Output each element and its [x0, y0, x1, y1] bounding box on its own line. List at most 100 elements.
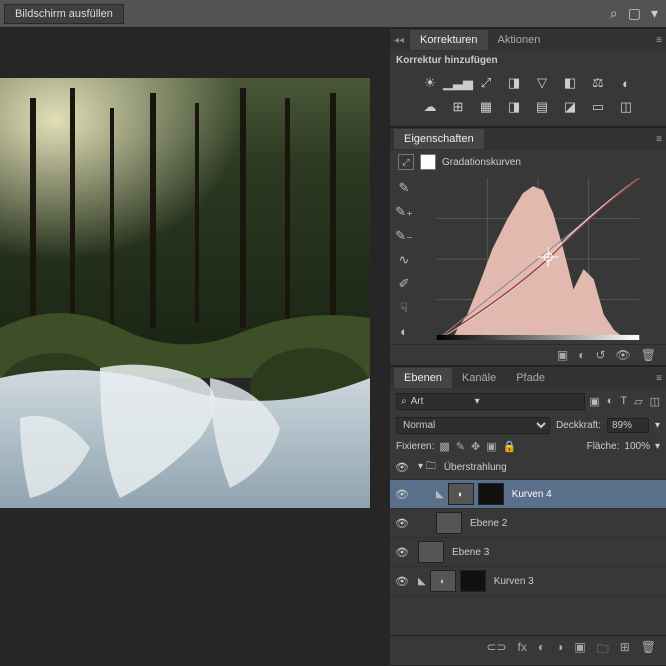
lock-brush-icon[interactable]: ✎ — [456, 440, 465, 453]
new-layer-icon[interactable]: ⊞ — [620, 640, 630, 661]
levels-icon[interactable]: ▁▃▅ — [447, 74, 469, 92]
eyedropper-plus-icon[interactable]: ✎₊ — [395, 204, 413, 220]
blend-mode-select[interactable]: Normal — [396, 417, 550, 434]
folder-toggle-icon[interactable]: ▾ 🗀 — [418, 459, 436, 476]
filter-smart-icon[interactable]: ◫ — [650, 395, 660, 408]
properties-panel: Eigenschaften ≡ ⤢ Gradationskurven ✎ ✎₊ … — [390, 127, 666, 366]
layer-name[interactable]: Ebene 3 — [452, 547, 489, 558]
eyedropper-minus-icon[interactable]: ✎₋ — [395, 228, 413, 244]
gradient-map-icon[interactable]: ▭ — [587, 98, 609, 116]
threshold-icon[interactable]: ◪ — [559, 98, 581, 116]
reset-icon[interactable]: ↺ — [595, 348, 605, 362]
filter-shape-icon[interactable]: ▱ — [634, 395, 642, 408]
visible-icon[interactable]: 👁 — [616, 348, 631, 362]
layer-name[interactable]: Kurven 4 — [512, 489, 552, 500]
selective-color-icon[interactable]: ◫ — [615, 98, 637, 116]
tab-eigenschaften[interactable]: Eigenschaften — [394, 129, 484, 149]
adj-icon[interactable]: ◑ — [556, 640, 563, 661]
channel-mixer-icon[interactable]: ⊞ — [447, 98, 469, 116]
group-icon[interactable]: ▣ — [574, 640, 585, 661]
chevron-down-icon[interactable]: ▾ — [655, 441, 660, 452]
filter-type-icon[interactable]: T — [620, 395, 627, 408]
adjustments-grid: ☀ ▁▃▅ ⤢ ◨ ▽ ◧ ⚖ ◐ ☁ ⊞ ▦ ◨ ▤ ◪ ▭ ◫ — [390, 70, 666, 126]
trash-icon[interactable]: 🗑 — [641, 640, 656, 661]
exposure-icon[interactable]: ◨ — [503, 74, 525, 92]
chevron-down-icon[interactable]: ▾ — [475, 396, 480, 407]
tab-korrekturen[interactable]: Korrekturen — [410, 30, 487, 50]
tab-kanaele[interactable]: Kanäle — [452, 368, 506, 388]
layer-filter[interactable]: ⌕ ▾ — [396, 393, 585, 410]
document-image[interactable] — [0, 78, 370, 508]
clip-icon[interactable]: ▣ — [557, 348, 568, 362]
collapse-icon[interactable]: ◂◂ — [394, 35, 404, 46]
layer-row[interactable]: 👁 ▾ 🗀 Überstrahlung — [390, 456, 666, 480]
layer-row[interactable]: 👁◣◐Kurven 3 — [390, 567, 666, 596]
brightness-icon[interactable]: ☀ — [419, 74, 441, 92]
chevron-down-icon[interactable]: ▾ — [655, 420, 660, 431]
fx-icon[interactable]: fx — [518, 640, 527, 661]
curves-graph[interactable] — [418, 178, 658, 340]
workspace-chevron-icon[interactable]: ▾ — [651, 5, 658, 22]
properties-footer: ▣ ◐ ↺ 👁 🗑 — [390, 344, 666, 365]
link-icon[interactable]: ⊂⊃ — [486, 640, 506, 661]
lock-trans-icon[interactable]: ▩ — [439, 440, 449, 453]
visibility-icon[interactable]: 👁 — [394, 461, 410, 474]
curves-adj-icon: ⤢ — [398, 154, 414, 170]
panel-menu-icon[interactable]: ≡ — [656, 35, 662, 46]
color-balance-icon[interactable]: ⚖ — [587, 74, 609, 92]
lock-artboard-icon[interactable]: ▣ — [486, 440, 496, 453]
eyedropper-icon[interactable]: ✎ — [399, 180, 410, 196]
fit-screen-button[interactable]: Bildschirm ausfüllen — [4, 4, 124, 24]
visibility-icon[interactable]: 👁 — [394, 488, 410, 501]
adjustments-subtitle: Korrektur hinzufügen — [390, 51, 666, 70]
tab-aktionen[interactable]: Aktionen — [488, 30, 551, 50]
visibility-icon[interactable]: 👁 — [394, 575, 410, 588]
visibility-icon[interactable]: 👁 — [394, 517, 410, 530]
workspace-icon[interactable]: ▢ — [628, 5, 641, 22]
layer-name[interactable]: Ebene 2 — [470, 518, 507, 529]
tab-ebenen[interactable]: Ebenen — [394, 368, 452, 388]
lookup-icon[interactable]: ▦ — [475, 98, 497, 116]
properties-title: Gradationskurven — [442, 157, 521, 168]
lock-all-icon[interactable]: 🔒 — [503, 440, 517, 453]
layer-mask[interactable] — [460, 570, 486, 592]
layer-name[interactable]: Kurven 3 — [494, 576, 534, 587]
canvas-area — [0, 28, 390, 666]
right-panel: ◂◂ Korrekturen Aktionen ≡ Korrektur hinz… — [390, 28, 666, 666]
layer-name[interactable]: Überstrahlung — [444, 462, 507, 473]
wb-icon[interactable]: ◐ — [400, 324, 408, 339]
layer-row[interactable]: 👁◣◐Kurven 4 — [390, 480, 666, 509]
filter-pixel-icon[interactable]: ▣ — [589, 395, 599, 408]
pencil-icon[interactable]: ✐ — [399, 276, 410, 292]
posterize-icon[interactable]: ▤ — [531, 98, 553, 116]
layer-mask[interactable] — [478, 483, 504, 505]
hue-icon[interactable]: ◧ — [559, 74, 581, 92]
prev-icon[interactable]: ◐ — [578, 348, 585, 362]
opacity-value[interactable]: 89% — [607, 418, 649, 433]
smooth-icon[interactable]: ∿ — [399, 252, 410, 268]
photo-filter-icon[interactable]: ☁ — [419, 98, 441, 116]
panel-menu-icon[interactable]: ≡ — [656, 373, 662, 384]
mask-icon[interactable]: ◐ — [538, 640, 545, 661]
lock-move-icon[interactable]: ✥ — [471, 440, 480, 453]
curves-icon[interactable]: ⤢ — [475, 74, 497, 92]
invert-icon[interactable]: ◨ — [503, 98, 525, 116]
layer-row[interactable]: 👁 Ebene 2 — [390, 509, 666, 538]
vibrance-icon[interactable]: ▽ — [531, 74, 553, 92]
hand-icon[interactable]: ☟ — [400, 300, 408, 316]
folder-icon[interactable]: 🗀 — [597, 640, 609, 661]
filter-input[interactable] — [411, 396, 471, 407]
filter-adj-icon[interactable]: ◐ — [607, 395, 614, 408]
visibility-icon[interactable]: 👁 — [394, 546, 410, 559]
layer-thumb — [436, 512, 462, 534]
fill-value[interactable]: 100% — [624, 441, 650, 452]
tab-pfade[interactable]: Pfade — [506, 368, 555, 388]
search-icon[interactable]: ⌕ — [610, 5, 618, 22]
mask-icon[interactable] — [420, 154, 436, 170]
delete-icon[interactable]: 🗑 — [641, 348, 656, 362]
bw-icon[interactable]: ◐ — [615, 74, 637, 92]
adj-thumb: ◐ — [448, 483, 474, 505]
layer-thumb — [418, 541, 444, 563]
layer-row[interactable]: 👁 Ebene 3 — [390, 538, 666, 567]
panel-menu-icon[interactable]: ≡ — [656, 134, 662, 145]
